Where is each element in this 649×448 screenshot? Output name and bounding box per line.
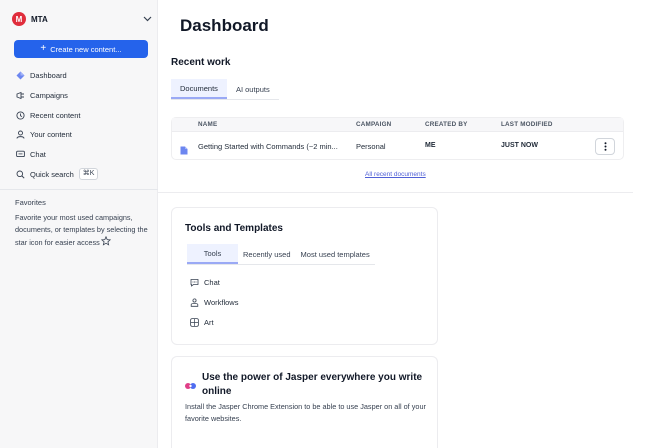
campaigns-icon xyxy=(15,91,25,101)
create-new-content-button[interactable]: + Create new content... xyxy=(14,40,148,58)
jasper-extension-icon xyxy=(184,378,197,396)
tab-most-used-templates[interactable]: Most used templates xyxy=(296,244,375,264)
sidebar-item-label: Quick search xyxy=(30,169,74,179)
sidebar-item-label: Recent content xyxy=(30,110,81,120)
sidebar-item-recent-content[interactable]: Recent content xyxy=(15,105,150,125)
favorites-description: Favorite your most used campaigns, docum… xyxy=(15,212,153,249)
workspace-switcher[interactable]: M MTA xyxy=(12,11,152,27)
tool-item-label: Workflows xyxy=(204,297,239,307)
document-name[interactable]: Getting Started with Commands (~2 min... xyxy=(198,142,338,151)
workflows-icon xyxy=(189,297,199,307)
workspace-name: MTA xyxy=(31,14,48,24)
table-header: NAME CAMPAIGN CREATED BY LAST MODIFIED xyxy=(172,118,623,132)
document-campaign: Personal xyxy=(356,142,386,151)
table-row[interactable]: Getting Started with Commands (~2 min...… xyxy=(172,132,623,161)
column-header-created-by[interactable]: CREATED BY xyxy=(425,121,467,128)
shortcut-badge: ⌘K xyxy=(78,168,99,181)
column-header-campaign[interactable]: CAMPAIGN xyxy=(356,121,391,128)
sidebar-item-quick-search[interactable]: Quick search ⌘K xyxy=(15,164,150,184)
tool-item-chat[interactable]: Chat xyxy=(189,272,238,292)
art-icon xyxy=(189,317,199,327)
sidebar-item-chat[interactable]: Chat xyxy=(15,145,150,165)
tools-list: Chat Workflows Art xyxy=(189,272,238,332)
tool-item-art[interactable]: Art xyxy=(189,312,238,332)
sidebar-nav: Dashboard Campaigns Recent content Your … xyxy=(15,66,150,184)
recent-icon xyxy=(15,110,25,120)
recent-work-title: Recent work xyxy=(171,57,231,68)
column-header-name[interactable]: NAME xyxy=(198,121,217,128)
sidebar-item-label: Chat xyxy=(30,150,46,160)
sidebar-item-label: Your content xyxy=(30,130,72,140)
recent-work-tabs: Documents AI outputs xyxy=(171,79,279,100)
page-title: Dashboard xyxy=(180,16,269,35)
main-divider xyxy=(158,192,633,193)
sidebar: M MTA + Create new content... Dashboard … xyxy=(0,0,158,448)
promo-description: Install the Jasper Chrome Extension to b… xyxy=(185,402,426,423)
all-recent-documents-link[interactable]: All recent documents xyxy=(365,171,426,178)
favorites-description-text: Favorite your most used campaigns, docum… xyxy=(15,213,148,247)
more-vertical-icon xyxy=(604,142,606,151)
chevron-down-icon[interactable] xyxy=(142,14,152,24)
tool-item-label: Art xyxy=(204,317,214,327)
dashboard-icon xyxy=(15,71,25,81)
tools-templates-title: Tools and Templates xyxy=(185,223,283,234)
tab-tools[interactable]: Tools xyxy=(187,244,238,264)
sidebar-item-your-content[interactable]: Your content xyxy=(15,125,150,145)
sidebar-divider xyxy=(0,189,158,190)
favorites-title: Favorites xyxy=(15,198,46,207)
promo-title: Use the power of Jasper everywhere you w… xyxy=(202,372,423,397)
document-created-by: ME xyxy=(425,142,436,149)
chrome-extension-promo-card: Use the power of Jasper everywhere you w… xyxy=(171,356,438,448)
row-more-options-button[interactable] xyxy=(595,138,615,155)
plus-icon: + xyxy=(40,43,47,54)
tools-tabs: Tools Recently used Most used templates xyxy=(187,244,375,265)
recent-documents-table: NAME CAMPAIGN CREATED BY LAST MODIFIED G… xyxy=(171,117,624,160)
sidebar-item-label: Dashboard xyxy=(30,71,67,81)
star-icon xyxy=(100,235,111,250)
sidebar-item-dashboard[interactable]: Dashboard xyxy=(15,66,150,86)
tools-templates-card: Tools and Templates Tools Recently used … xyxy=(171,207,438,345)
main-content: Dashboard Recent work Documents AI outpu… xyxy=(158,0,649,448)
tab-recently-used[interactable]: Recently used xyxy=(238,244,296,264)
tab-documents[interactable]: Documents xyxy=(171,79,227,99)
document-icon xyxy=(180,142,188,160)
tab-ai-outputs[interactable]: AI outputs xyxy=(227,79,279,99)
document-last-modified: JUST NOW xyxy=(501,142,538,149)
create-button-label: Create new content... xyxy=(50,44,122,54)
tool-item-label: Chat xyxy=(204,277,220,287)
chat-icon xyxy=(189,277,199,287)
search-icon xyxy=(15,169,25,179)
sidebar-item-label: Campaigns xyxy=(30,91,68,101)
workspace-logo: M xyxy=(12,12,26,26)
chat-icon xyxy=(15,150,25,160)
column-header-last-modified[interactable]: LAST MODIFIED xyxy=(501,121,553,128)
user-icon xyxy=(15,130,25,140)
sidebar-item-campaigns[interactable]: Campaigns xyxy=(15,86,150,106)
tool-item-workflows[interactable]: Workflows xyxy=(189,292,238,312)
